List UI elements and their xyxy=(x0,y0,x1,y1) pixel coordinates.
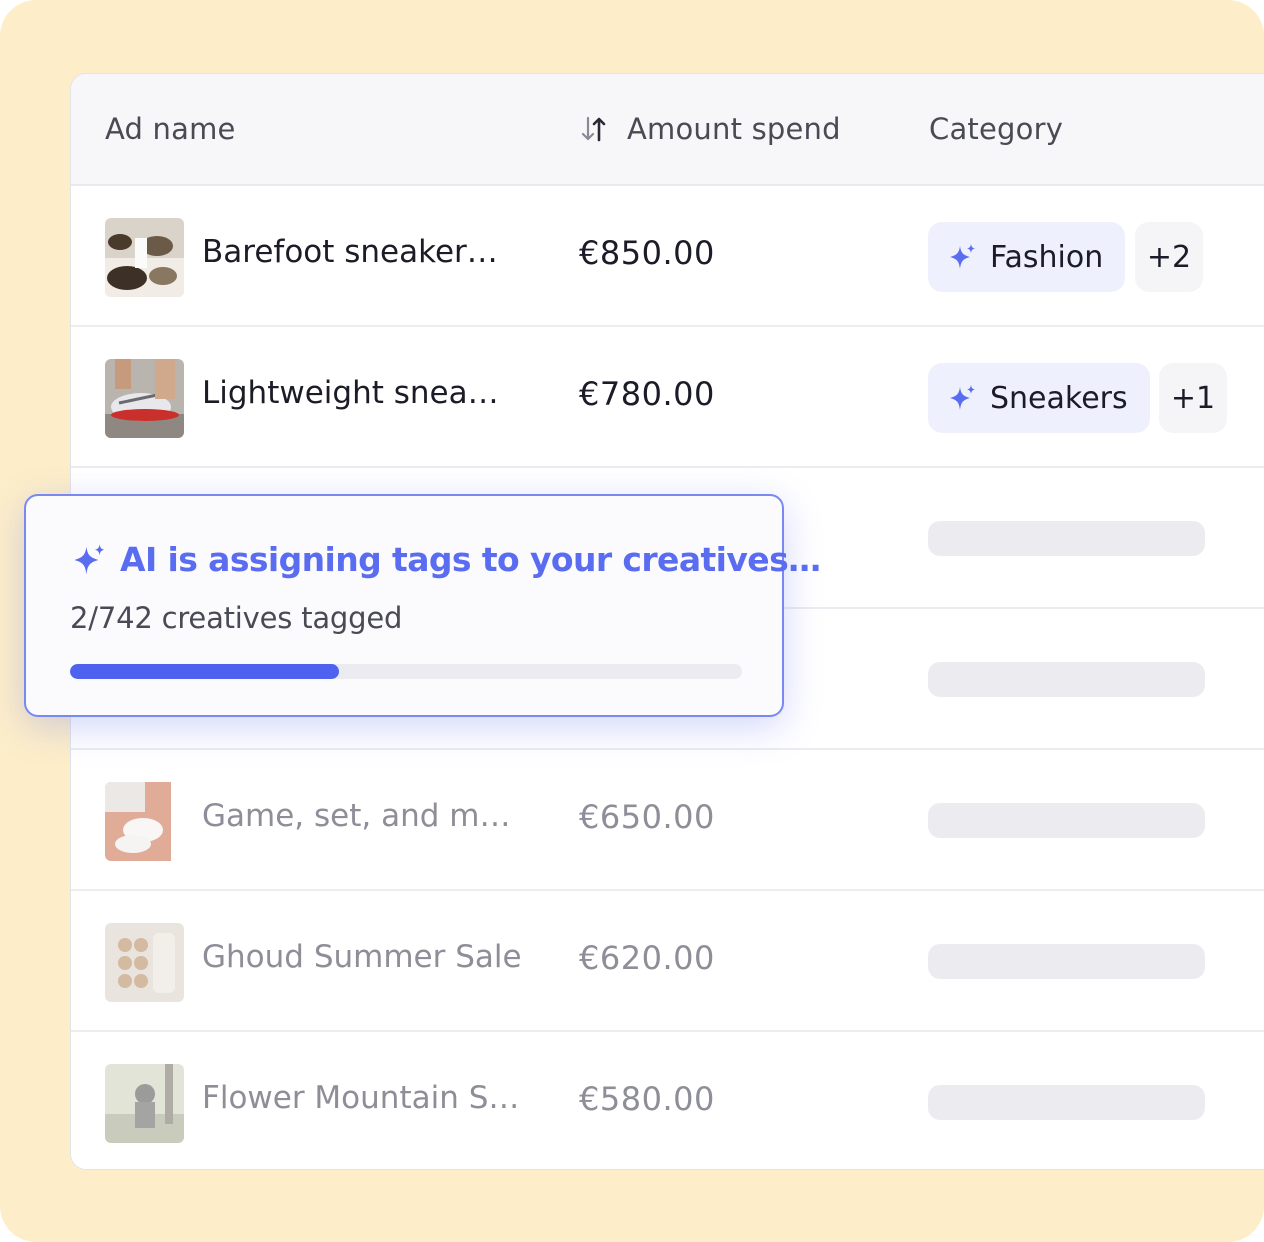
popup-title: AI is assigning tags to your creatives… xyxy=(72,540,821,579)
amount-spend: €650.00 xyxy=(579,798,715,836)
category-skeleton xyxy=(928,1085,1205,1120)
table-row[interactable]: Barefoot sneaker… €850.00 Fashion +2 xyxy=(71,186,1264,327)
table-header: Ad name Amount spend Category xyxy=(71,74,1264,186)
amount-spend: €580.00 xyxy=(579,1080,715,1118)
ad-thumbnail xyxy=(105,218,184,297)
amount-spend: €850.00 xyxy=(579,234,715,272)
table-row[interactable]: Game, set, and m… €650.00 xyxy=(71,750,1264,891)
sort-arrows-icon[interactable] xyxy=(579,114,609,144)
ai-tagging-progress-card: AI is assigning tags to your creatives… … xyxy=(24,494,821,717)
ad-name[interactable]: Ghoud Summer Sale xyxy=(202,939,522,975)
column-header-ad-name[interactable]: Ad name xyxy=(105,112,236,146)
page-background: Ad name Amount spend Category Barefoot s… xyxy=(0,0,1264,1242)
category-skeleton xyxy=(928,662,1205,697)
ad-name[interactable]: Lightweight snea… xyxy=(202,375,499,411)
table-row[interactable]: Lightweight snea… €780.00 Sneakers +1 xyxy=(71,327,1264,468)
more-tags-badge[interactable]: +1 xyxy=(1159,363,1227,433)
popup-progress-text: 2/742 creatives tagged xyxy=(70,601,403,635)
ad-thumbnail xyxy=(105,359,184,438)
amount-spend: €780.00 xyxy=(579,375,715,413)
category-skeleton xyxy=(928,803,1205,838)
ad-thumbnail xyxy=(105,923,184,1002)
ad-thumbnail xyxy=(105,782,184,861)
column-header-category[interactable]: Category xyxy=(929,112,1063,146)
ad-name[interactable]: Flower Mountain S… xyxy=(202,1080,519,1116)
popup-title-text: AI is assigning tags to your creatives… xyxy=(120,540,821,579)
amount-spend: €620.00 xyxy=(579,939,715,977)
table-row[interactable]: Ghoud Summer Sale €620.00 xyxy=(71,891,1264,1032)
category-tag-label: Fashion xyxy=(990,239,1104,275)
column-header-amount-label: Amount spend xyxy=(627,112,841,146)
category-skeleton xyxy=(928,944,1205,979)
progress-bar-fill xyxy=(70,664,339,679)
table-row[interactable]: Flower Mountain S… €580.00 xyxy=(71,1032,1264,1169)
more-tags-badge[interactable]: +2 xyxy=(1135,222,1203,292)
sparkle-icon xyxy=(950,385,975,410)
column-header-amount[interactable]: Amount spend xyxy=(579,112,841,146)
ad-name[interactable]: Barefoot sneaker… xyxy=(202,234,498,270)
category-tag[interactable]: Sneakers xyxy=(928,363,1150,433)
category-tag[interactable]: Fashion xyxy=(928,222,1126,292)
sparkle-icon xyxy=(950,244,975,269)
category-tag-label: Sneakers xyxy=(990,380,1128,416)
ad-name[interactable]: Game, set, and m… xyxy=(202,798,510,834)
category-skeleton xyxy=(928,521,1205,556)
progress-bar xyxy=(70,664,742,679)
sparkle-icon xyxy=(74,543,105,574)
ad-thumbnail xyxy=(105,1064,184,1143)
